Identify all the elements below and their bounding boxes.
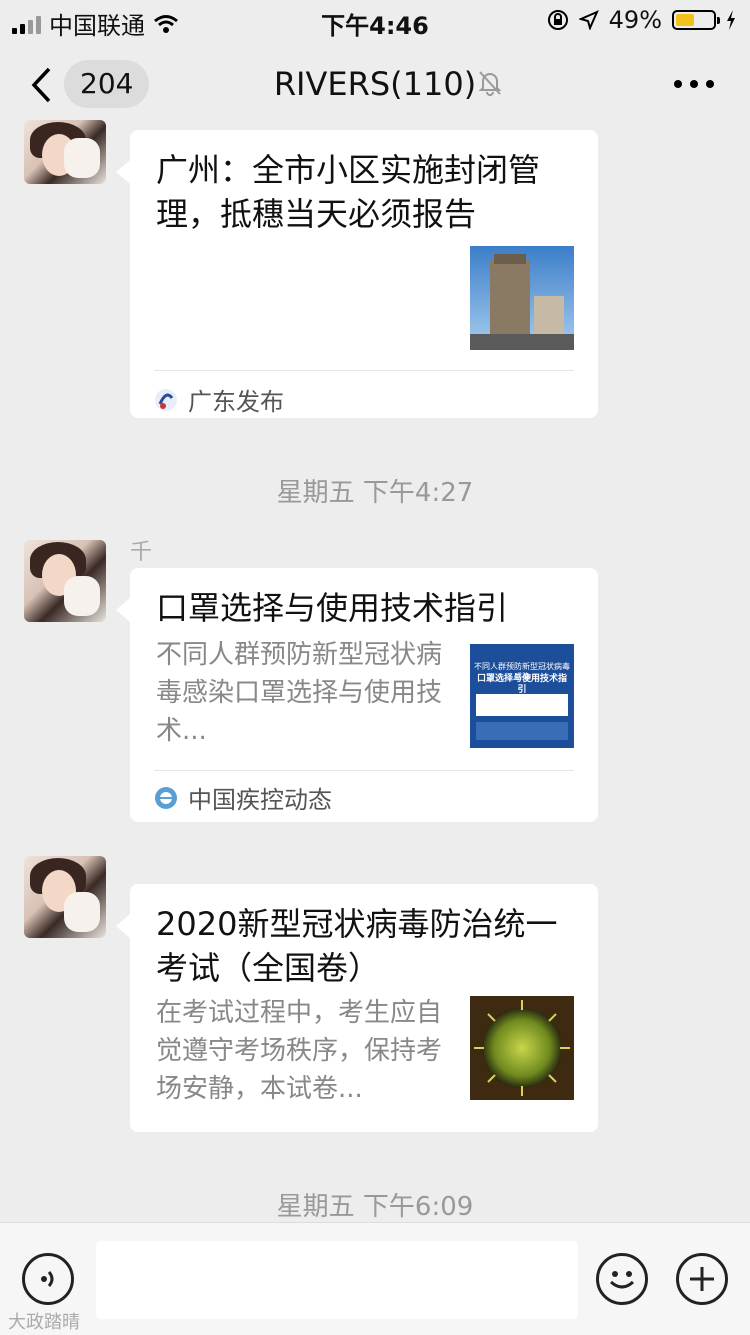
input-bar <box>0 1222 750 1335</box>
card-divider <box>154 770 574 771</box>
source-name: 中国疾控动态 <box>188 786 332 814</box>
avatar[interactable] <box>24 856 106 938</box>
battery-icon <box>672 10 720 30</box>
smiley-icon <box>609 1271 635 1289</box>
more-button[interactable] <box>674 80 714 88</box>
message-input[interactable] <box>96 1241 578 1319</box>
chat-header: 204 RIVERS(110) <box>0 40 750 130</box>
timestamp: 星期五 下午4:27 <box>276 478 474 508</box>
cdc-logo-icon <box>155 786 177 809</box>
avatar[interactable] <box>24 120 106 184</box>
chat-title: RIVERS(110) <box>273 65 477 103</box>
article-description: 在考试过程中，考生应自觉遵守考场秩序，保持考场安静，本试卷... <box>156 998 443 1104</box>
article-source: 中国疾控动态 <box>154 780 332 815</box>
article-thumbnail <box>470 996 574 1100</box>
sender-name: 千 <box>130 540 153 565</box>
plus-icon <box>690 1267 714 1291</box>
voice-button[interactable] <box>22 1253 74 1305</box>
mute-bell-icon <box>478 71 502 96</box>
article-card[interactable]: 2020新型冠状病毒防治统一考试（全国卷） 在考试过程中，考生应自觉遵守考场秩序… <box>116 884 598 1132</box>
location-icon <box>578 10 599 30</box>
status-right: 49% <box>547 6 736 34</box>
article-title: 口罩选择与使用技术指引 <box>156 589 509 627</box>
article-card[interactable]: 口罩选择与使用技术指引 不同人群预防新型冠状病毒感染口罩选择与使用技术... 不… <box>116 568 598 822</box>
status-bar: 中国联通 下午4:46 49% <box>0 0 750 40</box>
article-card[interactable]: 广州：全市小区实施封闭管理，抵穗当天必须报告 广东发布 <box>116 130 598 418</box>
card-divider <box>154 370 574 371</box>
rotation-lock-icon <box>547 10 568 30</box>
article-thumbnail: 不同人群预防新型冠状病毒感染 口罩选择与使用技术指引 <box>470 644 574 748</box>
article-title: 2020新型冠状病毒防治统一考试（全国卷） <box>156 905 558 987</box>
article-title: 广州：全市小区实施封闭管理，抵穗当天必须报告 <box>156 151 541 233</box>
thumbnail-caption-2: 口罩选择与使用技术指引 <box>476 674 567 695</box>
article-source: 广东发布 <box>154 382 284 417</box>
source-name: 广东发布 <box>188 388 284 416</box>
emoji-button[interactable] <box>596 1253 648 1305</box>
article-thumbnail <box>470 246 574 350</box>
avatar[interactable] <box>24 540 106 622</box>
add-button[interactable] <box>676 1253 728 1305</box>
guangdong-logo-icon <box>155 388 177 411</box>
timestamp: 星期五 下午6:09 <box>276 1192 474 1222</box>
voice-icon <box>41 1271 54 1287</box>
article-description: 不同人群预防新型冠状病毒感染口罩选择与使用技术... <box>156 640 443 746</box>
charging-icon <box>727 10 735 30</box>
watermark: 大政踏晴 <box>8 1312 80 1333</box>
battery-percent: 49% <box>608 6 662 34</box>
